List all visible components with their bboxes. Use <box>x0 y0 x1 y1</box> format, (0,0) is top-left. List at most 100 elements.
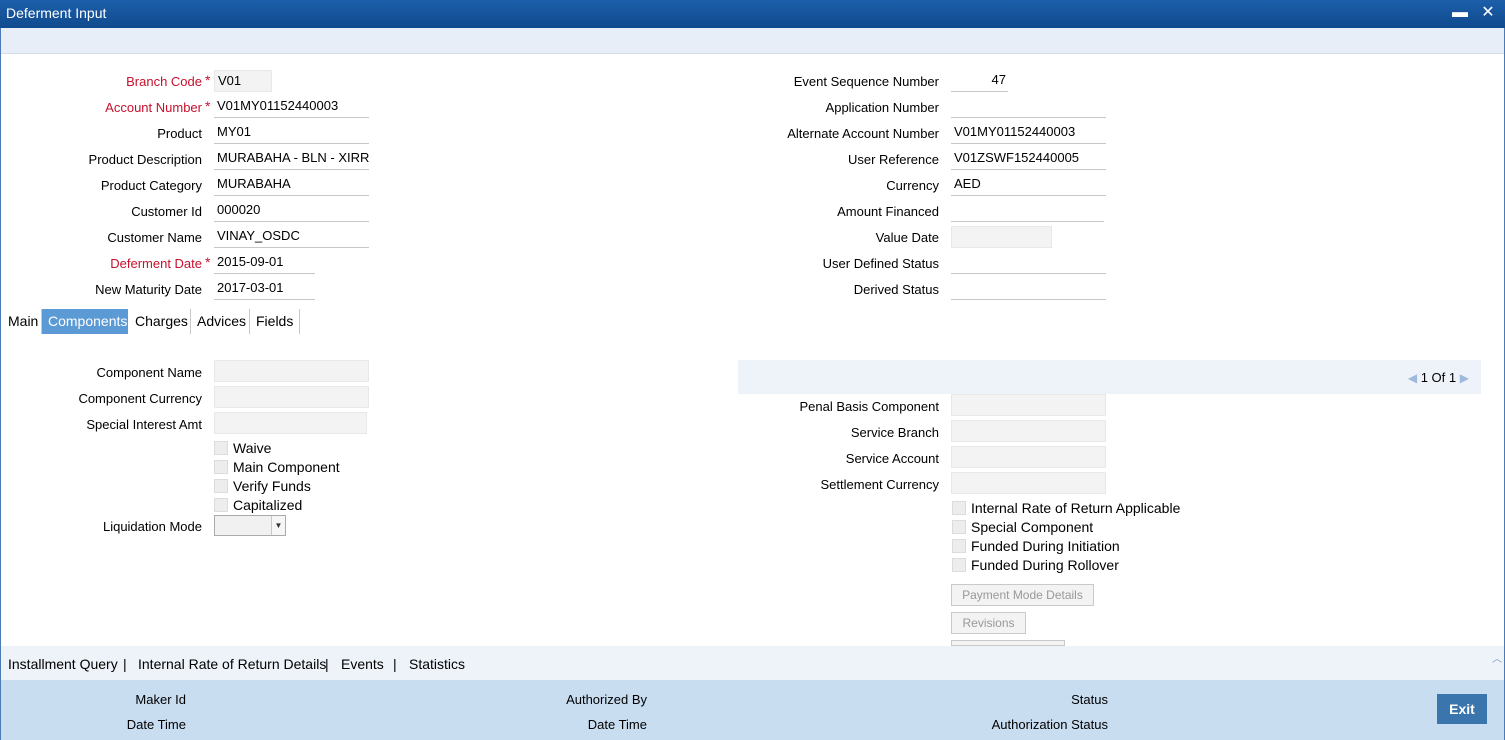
funded-during-initiation-checkbox[interactable] <box>952 539 966 553</box>
irr-applicable-label: Internal Rate of Return Applicable <box>971 500 1181 516</box>
product-field[interactable]: MY01 <box>214 122 369 144</box>
main-component-checkbox[interactable] <box>214 460 228 474</box>
window-title-bar: Deferment Input ▬ ✕ <box>0 0 1505 28</box>
capitalized-checkbox[interactable] <box>214 498 228 512</box>
component-currency-label: Component Currency <box>78 391 202 406</box>
service-account-label: Service Account <box>845 451 939 466</box>
tab-charges[interactable]: Charges <box>129 309 191 334</box>
product-description-field[interactable]: MURABAHA - BLN - XIRR <box>214 148 369 170</box>
amount-financed-field[interactable] <box>951 200 1104 222</box>
pager-current: 1 <box>1420 370 1428 385</box>
toolbar-strip <box>1 28 1504 54</box>
liquidation-mode-label: Liquidation Mode <box>102 519 202 534</box>
verify-funds-checkbox[interactable] <box>214 479 228 493</box>
events-link[interactable]: Events <box>341 656 384 672</box>
event-sequence-number-field[interactable]: 47 <box>951 70 1008 92</box>
alternate-account-number-field[interactable]: V01MY01152440003 <box>951 122 1106 144</box>
capitalized-label: Capitalized <box>233 497 303 513</box>
irr-applicable-checkbox[interactable] <box>952 501 966 515</box>
tab-components[interactable]: Components <box>42 309 128 334</box>
funded-during-initiation-label: Funded During Initiation <box>971 538 1120 554</box>
window-title: Deferment Input <box>6 5 107 21</box>
payment-mode-details-button[interactable]: Payment Mode Details <box>951 584 1094 606</box>
main-component-label: Main Component <box>233 459 340 475</box>
customer-id-label: Customer Id <box>131 204 202 219</box>
penal-basis-component-label: Penal Basis Component <box>799 399 939 414</box>
component-pager-bar: ◀ 1 Of 1 ▶ <box>738 360 1481 394</box>
special-interest-amt-label: Special Interest Amt <box>86 417 202 432</box>
liquidation-mode-select[interactable]: ▼ <box>214 515 286 536</box>
funded-during-rollover-checkbox[interactable] <box>952 558 966 572</box>
installment-query-link[interactable]: Installment Query <box>8 656 118 672</box>
branch-code-field[interactable]: V01 <box>214 70 272 92</box>
value-date-field[interactable] <box>951 226 1052 248</box>
statistics-link[interactable]: Statistics <box>409 656 465 672</box>
event-sequence-number-label: Event Sequence Number <box>793 74 939 89</box>
tab-fields[interactable]: Fields <box>250 309 300 334</box>
irr-details-link[interactable]: Internal Rate of Return Details <box>138 656 326 672</box>
component-currency-field[interactable] <box>214 386 369 408</box>
derived-status-label: Derived Status <box>853 282 939 297</box>
application-number-field[interactable] <box>951 96 1106 118</box>
previous-page-icon[interactable]: ◀ <box>1408 371 1417 385</box>
user-reference-label: User Reference <box>847 152 939 167</box>
authorization-status-label: Authorization Status <box>991 717 1108 732</box>
application-number-label: Application Number <box>825 100 939 115</box>
link-separator: | <box>393 656 397 672</box>
verify-funds-label: Verify Funds <box>233 478 311 494</box>
alternate-account-number-label: Alternate Account Number <box>787 126 939 141</box>
customer-name-label: Customer Name <box>107 230 202 245</box>
pager: ◀ 1 Of 1 ▶ <box>1408 370 1469 385</box>
deferment-date-field[interactable]: 2015-09-01 <box>214 252 315 274</box>
close-icon[interactable]: ✕ <box>1478 3 1498 23</box>
product-description-label: Product Description <box>88 152 202 167</box>
derived-status-field[interactable] <box>951 278 1106 300</box>
required-marker: * <box>205 254 211 270</box>
tab-advices[interactable]: Advices <box>191 309 250 334</box>
revisions-button[interactable]: Revisions <box>951 612 1026 634</box>
account-number-field[interactable]: V01MY01152440003 <box>214 96 369 118</box>
chevron-down-icon: ▼ <box>271 516 285 535</box>
deferment-date-label: Deferment Date <box>110 256 202 271</box>
window-border-left <box>0 28 1 740</box>
settlement-currency-field[interactable] <box>951 472 1106 494</box>
maker-id-label: Maker Id <box>135 692 186 707</box>
currency-field[interactable]: AED <box>951 174 1106 196</box>
status-label: Status <box>1071 692 1108 707</box>
special-interest-amt-field[interactable] <box>214 412 367 434</box>
sub-screen-link-bar: Installment Query | Internal Rate of Ret… <box>1 646 1504 680</box>
user-defined-status-label: User Defined Status <box>822 256 939 271</box>
customer-id-field[interactable]: 000020 <box>214 200 369 222</box>
new-maturity-date-label: New Maturity Date <box>95 282 202 297</box>
minimize-icon[interactable]: ▬ <box>1450 3 1470 23</box>
special-component-label: Special Component <box>971 519 1094 535</box>
product-category-label: Product Category <box>100 178 202 193</box>
user-reference-field[interactable]: V01ZSWF152440005 <box>951 148 1106 170</box>
pager-of-label: Of <box>1431 370 1446 385</box>
customer-name-field[interactable]: VINAY_OSDC <box>214 226 369 248</box>
special-component-checkbox[interactable] <box>952 520 966 534</box>
link-separator: | <box>325 656 329 672</box>
component-name-field[interactable] <box>214 360 369 382</box>
authorized-by-label: Authorized By <box>566 692 647 707</box>
account-number-label: Account Number <box>105 100 202 115</box>
new-maturity-date-field[interactable]: 2017-03-01 <box>214 278 315 300</box>
exit-button[interactable]: Exit <box>1437 694 1487 724</box>
penal-basis-component-field[interactable] <box>951 394 1106 416</box>
value-date-label: Value Date <box>875 230 939 245</box>
service-account-field[interactable] <box>951 446 1106 468</box>
user-defined-status-field[interactable] <box>951 252 1106 274</box>
service-branch-label: Service Branch <box>850 425 939 440</box>
product-label: Product <box>157 126 202 141</box>
link-separator: | <box>123 656 127 672</box>
funded-during-rollover-label: Funded During Rollover <box>971 557 1119 573</box>
required-marker: * <box>205 72 211 88</box>
product-category-field[interactable]: MURABAHA <box>214 174 369 196</box>
settlement-currency-label: Settlement Currency <box>820 477 940 492</box>
waive-checkbox[interactable] <box>214 441 228 455</box>
collapse-up-icon[interactable]: ︿ <box>1492 650 1502 665</box>
service-branch-field[interactable] <box>951 420 1106 442</box>
tab-main[interactable]: Main <box>2 309 42 334</box>
next-page-icon[interactable]: ▶ <box>1460 371 1469 385</box>
component-name-label: Component Name <box>96 365 203 380</box>
